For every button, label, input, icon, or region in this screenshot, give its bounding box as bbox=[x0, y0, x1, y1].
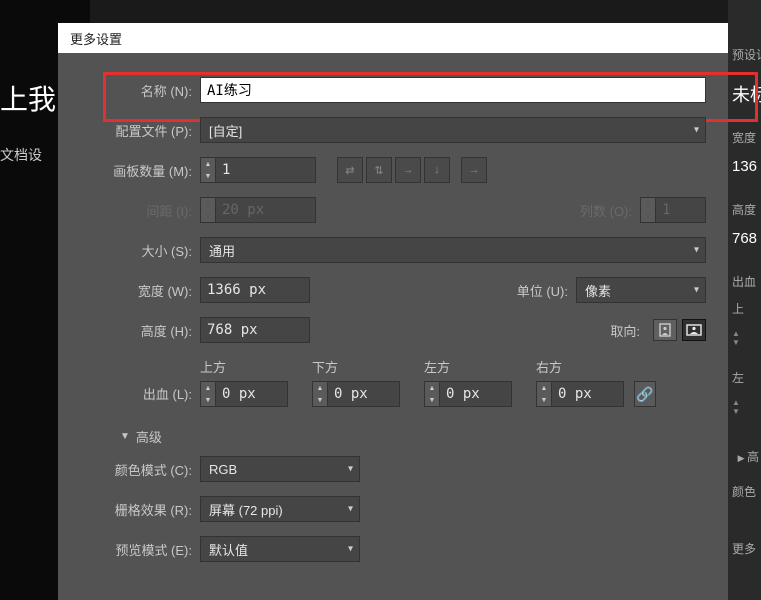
bg-width-val: 136 bbox=[728, 156, 761, 177]
bg-bleed-label: 出血 bbox=[728, 271, 761, 292]
chevron-down-icon: ▾ bbox=[694, 245, 699, 256]
bg-height-label: 高度 bbox=[728, 199, 761, 220]
height-label: 高度 (H): bbox=[80, 321, 200, 340]
bg-title: 上我 bbox=[0, 78, 56, 118]
profile-label: 配置文件 (P): bbox=[80, 121, 200, 140]
profile-select[interactable]: [自定]▾ bbox=[200, 117, 706, 143]
bg-more-label: 更多 bbox=[728, 538, 761, 559]
width-label: 宽度 (W): bbox=[80, 281, 200, 300]
chevron-down-icon: ▾ bbox=[348, 504, 353, 515]
bg-width-label: 宽度 bbox=[728, 127, 761, 148]
more-settings-dialog: 名称 (N): 配置文件 (P): [自定]▾ 画板数量 (M): ▲▼ 1 ⇄… bbox=[58, 53, 728, 600]
name-input[interactable] bbox=[200, 77, 706, 103]
orientation-landscape-button[interactable] bbox=[682, 319, 706, 341]
bleed-top-label: 上方 bbox=[200, 357, 226, 376]
raster-label: 栅格效果 (R): bbox=[80, 500, 200, 519]
bleed-left-label: 左方 bbox=[424, 357, 450, 376]
spacing-stepper: ▲▼ 20 px bbox=[200, 197, 316, 223]
height-input[interactable]: 768 px bbox=[200, 317, 310, 343]
width-input[interactable]: 1366 px bbox=[200, 277, 310, 303]
units-select[interactable]: 像素▾ bbox=[576, 277, 706, 303]
bg-stepper-2[interactable]: ▲▼ bbox=[728, 396, 761, 418]
bg-color-label: 颜色 bbox=[728, 481, 761, 502]
link-icon: 🔗 bbox=[636, 386, 653, 403]
bg-subtitle: 文档设 bbox=[0, 145, 42, 165]
bg-adv[interactable]: ▶ 高 bbox=[728, 446, 761, 467]
bg-panel-right: 预设记 未标 宽度 136 高度 768 出血 上 ▲▼ 左 ▲▼ ▶ 高 颜色… bbox=[728, 0, 761, 600]
units-label: 单位 (U): bbox=[486, 281, 576, 300]
bleed-bottom-stepper[interactable]: ▲▼ 0 px bbox=[312, 381, 400, 407]
bg-left-label: 左 bbox=[728, 367, 761, 388]
orientation-label: 取向: bbox=[588, 321, 648, 340]
chevron-down-icon: ▾ bbox=[348, 464, 353, 475]
artboards-label: 画板数量 (M): bbox=[80, 161, 200, 180]
bg-stepper-1[interactable]: ▲▼ bbox=[728, 327, 761, 349]
dialog-titlebar[interactable]: 更多设置 bbox=[58, 23, 728, 53]
chevron-down-icon: ▾ bbox=[694, 285, 699, 296]
color-mode-label: 颜色模式 (C): bbox=[80, 460, 200, 479]
bleed-link-button[interactable]: 🔗 bbox=[634, 381, 656, 407]
columns-label: 列数 (O): bbox=[550, 201, 640, 220]
spacing-label: 间距 (I): bbox=[80, 201, 200, 220]
arrange-row-icon: → bbox=[395, 157, 421, 183]
arrange-rtl-icon: → bbox=[461, 157, 487, 183]
advanced-toggle[interactable]: ▼ 高级 bbox=[120, 427, 162, 446]
preview-select[interactable]: 默认值▾ bbox=[200, 536, 360, 562]
bg-preset-label: 预设记 bbox=[728, 44, 761, 65]
size-select[interactable]: 通用▾ bbox=[200, 237, 706, 263]
dialog-title: 更多设置 bbox=[70, 32, 122, 47]
bleed-right-label: 右方 bbox=[536, 357, 562, 376]
bg-top-label: 上 bbox=[728, 298, 761, 319]
bleed-top-stepper[interactable]: ▲▼ 0 px bbox=[200, 381, 288, 407]
raster-select[interactable]: 屏幕 (72 ppi)▾ bbox=[200, 496, 360, 522]
columns-stepper: ▲▼ 1 bbox=[640, 197, 706, 223]
artboards-stepper[interactable]: ▲▼ 1 bbox=[200, 157, 316, 183]
bg-height-val: 768 bbox=[728, 228, 761, 249]
bleed-bottom-label: 下方 bbox=[312, 357, 338, 376]
arrange-grid-col-icon: ⇅ bbox=[366, 157, 392, 183]
chevron-down-icon: ▾ bbox=[348, 544, 353, 555]
arrange-col-icon: ↓ bbox=[424, 157, 450, 183]
orientation-portrait-button[interactable] bbox=[653, 319, 677, 341]
preview-label: 预览模式 (E): bbox=[80, 540, 200, 559]
bg-untitled: 未标 bbox=[728, 79, 761, 109]
triangle-down-icon: ▼ bbox=[120, 431, 130, 442]
chevron-down-icon: ▾ bbox=[694, 125, 699, 136]
color-mode-select[interactable]: RGB▾ bbox=[200, 456, 360, 482]
size-label: 大小 (S): bbox=[80, 241, 200, 260]
arrange-grid-row-icon: ⇄ bbox=[337, 157, 363, 183]
bleed-label: 出血 (L): bbox=[80, 384, 200, 407]
bleed-right-stepper[interactable]: ▲▼ 0 px bbox=[536, 381, 624, 407]
name-label: 名称 (N): bbox=[80, 81, 200, 100]
bleed-left-stepper[interactable]: ▲▼ 0 px bbox=[424, 381, 512, 407]
